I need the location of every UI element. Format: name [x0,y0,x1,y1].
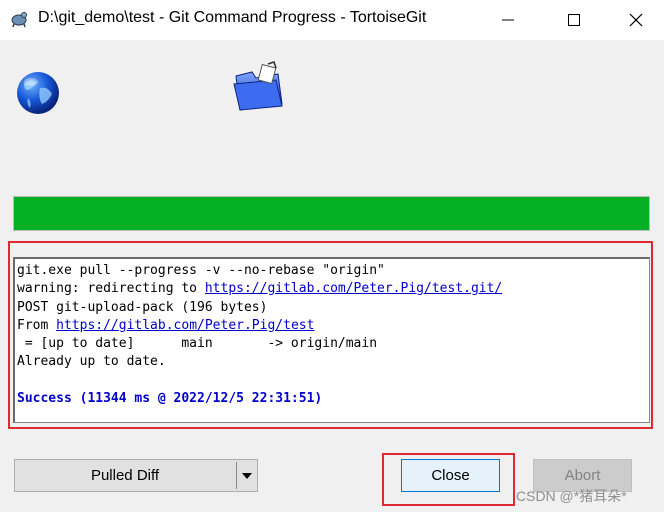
pulled-diff-label: Pulled Diff [90,467,160,484]
progress-bar [13,196,650,231]
maximize-button[interactable] [551,0,597,40]
log-highlight-frame [8,241,653,429]
maximize-icon [568,14,580,26]
window-title: D:\git_demo\test - Git Command Progress … [38,9,427,26]
minimize-button[interactable] [485,0,531,40]
tortoisegit-icon [11,12,27,28]
title-bar: D:\git_demo\test - Git Command Progress … [0,0,664,40]
close-window-button[interactable] [613,0,659,40]
watermark: CSDN @*猪耳朵* [516,488,627,504]
pulled-diff-dropdown[interactable] [237,460,257,491]
progress-fill [14,197,649,230]
close-icon [629,13,643,27]
folder-icon [233,61,283,111]
abort-label: Abort [564,467,601,484]
minimize-icon [502,19,514,21]
globe-icon [17,72,59,114]
pulled-diff-split-button[interactable]: Pulled Diff [14,459,258,492]
close-highlight-frame [382,453,515,506]
chevron-down-icon [242,472,252,479]
pulled-diff-button[interactable]: Pulled Diff [15,460,235,491]
